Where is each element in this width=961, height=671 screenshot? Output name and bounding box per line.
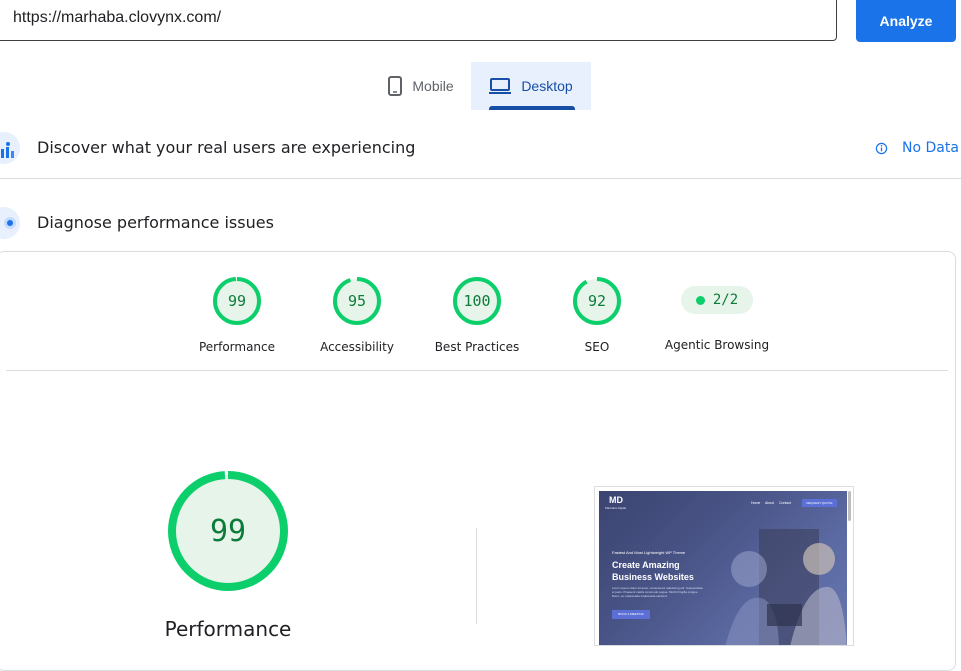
vertical-divider: [476, 528, 477, 624]
field-data-icon: [0, 132, 20, 164]
site-logo-sub: Marhaba Digital: [605, 506, 627, 510]
score-label: Best Practices: [434, 340, 520, 354]
tab-label: Mobile: [412, 78, 454, 94]
site-eyebrow: Fastest And Most Lightweight WP Theme: [612, 550, 686, 555]
final-screenshot: MD Marhaba Digital Home About Contact RE…: [594, 486, 854, 646]
no-data-status[interactable]: No Data: [875, 140, 959, 156]
site-body: Lorem ipsum dolor sit amet, consectetur …: [612, 586, 704, 598]
score-gauge-accessibility[interactable]: 95 Accessibility: [297, 276, 417, 354]
score-gauge-best-practices[interactable]: 100 Best Practices: [417, 276, 537, 354]
score-gauge-seo[interactable]: 92 SEO: [537, 276, 657, 354]
agentic-browsing-label: Agentic Browsing: [664, 338, 770, 352]
site-cta: REQUEST QUOTE: [802, 499, 837, 507]
pass-dot-icon: [695, 295, 705, 305]
field-data-title: Discover what your real users are experi…: [37, 138, 416, 157]
gauge-ring: 100: [453, 277, 501, 325]
agentic-browsing-badge[interactable]: 2/2: [681, 286, 753, 314]
section-divider: [0, 178, 961, 179]
performance-main-gauge: 99: [168, 471, 288, 591]
site-headline: Create Amazing Business Websites: [612, 560, 694, 582]
tab-desktop[interactable]: Desktop: [471, 62, 591, 110]
analyze-button[interactable]: Analyze: [856, 0, 956, 42]
site-nav-item: Contact: [779, 501, 792, 505]
laptop-icon: [489, 78, 512, 94]
no-data-label: No Data: [902, 140, 959, 156]
card-divider: [6, 370, 948, 371]
main-score-value: 99: [210, 514, 246, 549]
gauge-ring: 95: [333, 277, 381, 325]
score-value: 95: [348, 292, 366, 310]
site-nav-item: About: [765, 501, 775, 505]
hero-photo: [725, 529, 847, 645]
agentic-value: 2/2: [712, 292, 739, 308]
url-input[interactable]: [0, 0, 837, 41]
info-icon: [875, 142, 888, 155]
screenshot-scrollbar: [848, 491, 851, 521]
gauge-ring: 99: [213, 277, 261, 325]
site-nav-item: Home: [751, 501, 761, 505]
score-label: Accessibility: [320, 340, 394, 354]
diagnose-title: Diagnose performance issues: [37, 213, 274, 232]
score-label: Performance: [198, 340, 276, 354]
screenshot-hero: MD Marhaba Digital Home About Contact RE…: [599, 491, 847, 645]
smartphone-icon: [388, 76, 403, 96]
tab-mobile[interactable]: Mobile: [371, 62, 471, 110]
site-logo: MD: [609, 495, 623, 505]
score-label: SEO: [584, 340, 610, 354]
score-value: 100: [463, 292, 490, 310]
score-gauge-performance[interactable]: 99 Performance: [177, 276, 297, 354]
main-score-label: Performance: [164, 617, 292, 641]
score-value: 99: [228, 292, 246, 310]
tab-label: Desktop: [521, 78, 573, 94]
score-value: 92: [588, 292, 606, 310]
site-button: BOOK A MEETING: [612, 610, 650, 619]
gauge-ring: 92: [573, 277, 621, 325]
tab-indicator: [489, 106, 575, 110]
lighthouse-icon: [0, 207, 20, 239]
